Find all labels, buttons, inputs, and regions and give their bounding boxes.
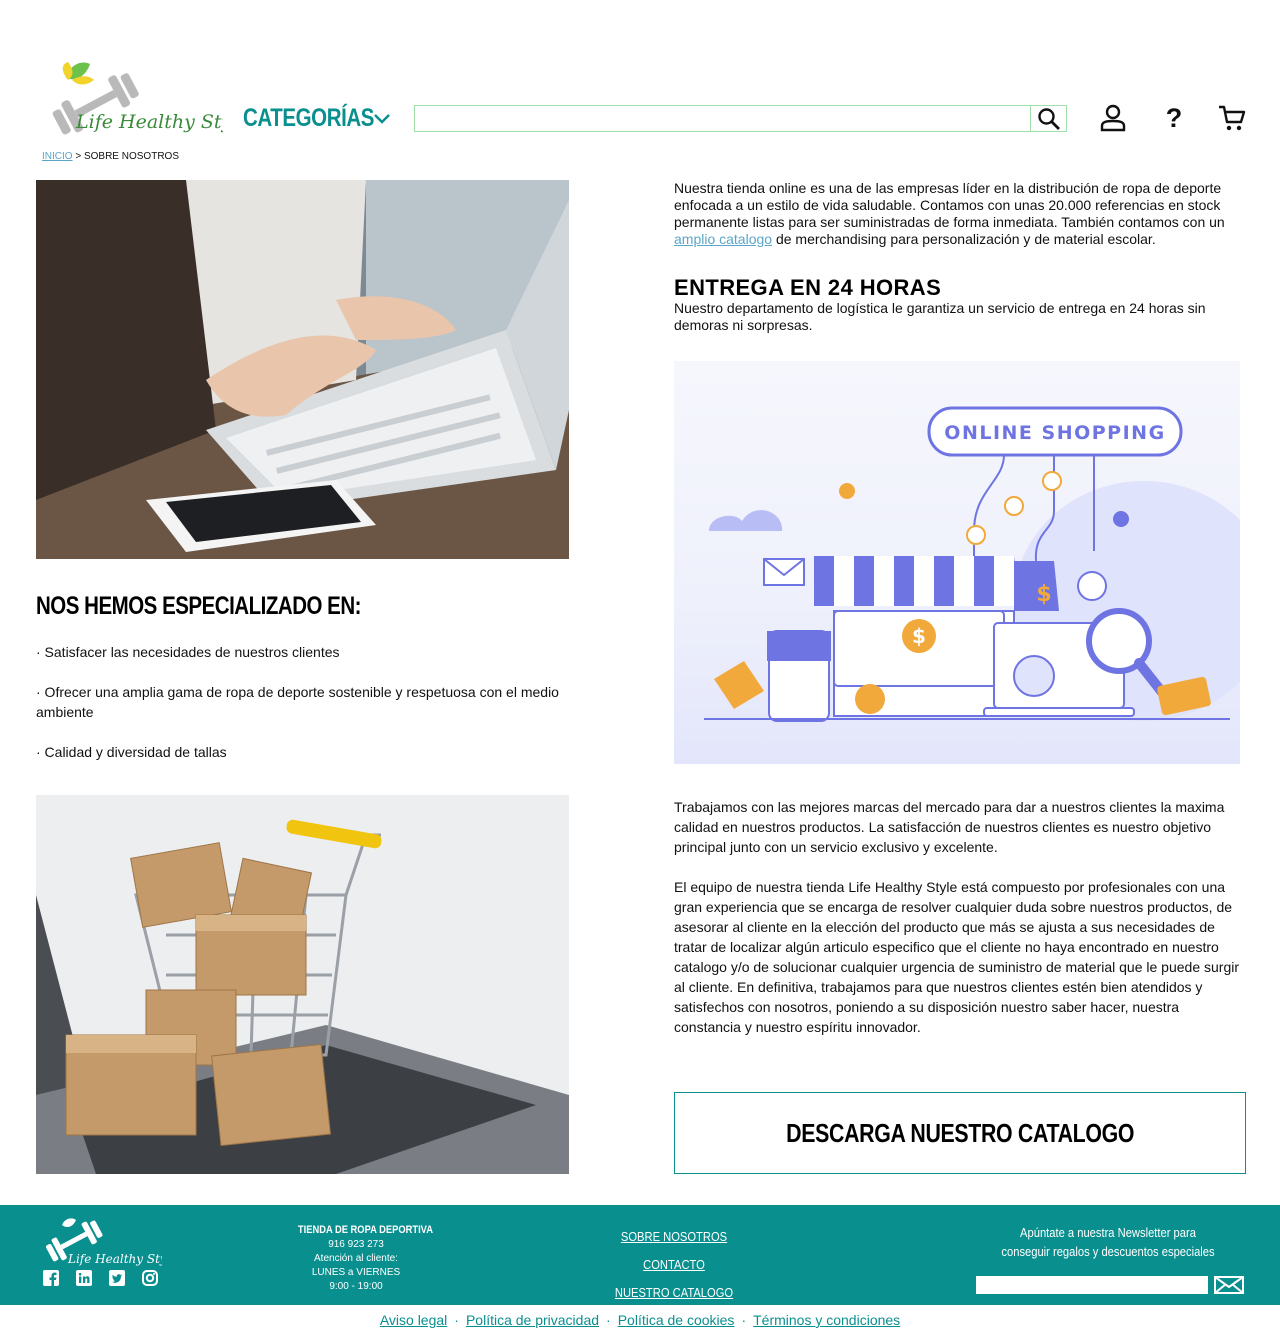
footer: Life Healthy Style TIENDA DE ROPA DEPORT…: [0, 1205, 1280, 1305]
specialized-title: NOS HEMOS ESPECIALIZADO EN:: [36, 592, 362, 620]
envelope-icon: [1214, 1276, 1244, 1294]
chevron-down-icon: [373, 113, 390, 124]
download-catalog-button[interactable]: DESCARGA NUESTRO CATALOGO: [674, 1092, 1246, 1174]
account-button[interactable]: [1099, 103, 1127, 133]
svg-text:$: $: [912, 624, 926, 648]
team-paragraph: El equipo de nuestra tienda Life Healthy…: [674, 879, 1239, 1035]
legal-separator: ·: [741, 1312, 747, 1328]
search-bar: [414, 105, 1067, 132]
cart-icon: [1219, 105, 1246, 131]
footer-link-about[interactable]: SOBRE NOSOTROS: [610, 1223, 737, 1251]
store-attention-label: Atención al cliente:: [314, 1253, 398, 1264]
footer-link-contact[interactable]: CONTACTO: [610, 1251, 737, 1279]
search-button[interactable]: [1030, 106, 1066, 131]
categories-label: CATEGORÍAS: [243, 104, 375, 132]
twitter-link[interactable]: [108, 1269, 126, 1287]
newsletter-form: [976, 1275, 1244, 1295]
specialized-list: · Satisfacer las necesidades de nuestros…: [36, 642, 596, 782]
help-button[interactable]: ?: [1160, 103, 1188, 133]
store-phone: 916 923 273: [328, 1239, 384, 1250]
footer-logo-wordmark: Life Healthy Style: [67, 1252, 162, 1266]
intro-text-end: de merchandising para personalización y …: [772, 231, 1156, 247]
newsletter-text: Apúntate a nuestra Newsletter para conse…: [980, 1223, 1236, 1261]
footer-links: SOBRE NOSOTROS CONTACTO NUESTRO CATALOGO: [600, 1223, 748, 1307]
newsletter-submit-button[interactable]: [1214, 1275, 1244, 1295]
categories-menu[interactable]: CATEGORÍAS: [243, 104, 391, 133]
facebook-link[interactable]: [42, 1269, 60, 1287]
intro-text: Nuestra tienda online es una de las empr…: [674, 180, 1246, 248]
linkedin-icon: [76, 1270, 92, 1286]
search-icon: [1037, 107, 1060, 130]
search-input[interactable]: [415, 106, 1030, 131]
laptop-typing-photo: [36, 180, 569, 559]
legal-separator: ·: [606, 1312, 611, 1328]
store-info: TIENDA DE ROPA DEPORTIVA 916 923 273 Ate…: [286, 1223, 433, 1294]
store-info-title: TIENDA DE ROPA DEPORTIVA: [297, 1224, 433, 1236]
legal-separator: ·: [454, 1312, 459, 1328]
help-icon: ?: [1165, 102, 1183, 133]
footer-link-catalog[interactable]: NUESTRO CATALOGO: [610, 1279, 737, 1307]
linkedin-link[interactable]: [75, 1269, 93, 1287]
newsletter-email-input[interactable]: [976, 1276, 1208, 1294]
logo-wordmark: Life Healthy Style: [75, 111, 223, 133]
newsletter-label: Apúntate a nuestra Newsletter para conse…: [1001, 1225, 1215, 1259]
site-logo[interactable]: Life Healthy Style: [38, 58, 250, 138]
twitter-icon: [109, 1270, 125, 1286]
social-links: [42, 1269, 159, 1287]
breadcrumb-current: SOBRE NOSOTROS: [83, 151, 179, 162]
cart-button[interactable]: [1218, 103, 1246, 133]
intro-text-start: Nuestra tienda online es una de las empr…: [674, 180, 1225, 230]
breadcrumb-home-link[interactable]: INICIO: [42, 151, 73, 162]
svg-text:$: $: [1036, 582, 1051, 607]
breadcrumb: INICIO > SOBRE NOSOTROS: [42, 151, 179, 162]
list-item: · Satisfacer las necesidades de nuestros…: [36, 644, 340, 660]
breadcrumb-separator: >: [75, 151, 82, 162]
legal-link-terms[interactable]: Términos y condiciones: [753, 1312, 900, 1328]
illustration-banner-text: ONLINE SHOPPING: [944, 422, 1165, 444]
user-icon: [1100, 104, 1126, 132]
facebook-icon: [43, 1270, 59, 1286]
instagram-icon: [142, 1270, 158, 1286]
delivery-title: ENTREGA EN 24 HORAS: [674, 275, 942, 300]
footer-logo[interactable]: Life Healthy Style: [40, 1217, 178, 1267]
legal-links: Aviso legal · Política de privacidad · Polít…: [0, 1312, 1280, 1328]
catalog-link[interactable]: amplio catalogo: [674, 231, 772, 247]
download-catalog-label: DESCARGA NUESTRO CATALOGO: [786, 1117, 1134, 1148]
brands-paragraph: Trabajamos con las mejores marcas del me…: [674, 799, 1225, 855]
store-days: LUNES a VIERNES: [311, 1267, 401, 1278]
delivery-text: Nuestro departamento de logística le gar…: [674, 300, 1206, 333]
shopping-cart-boxes-photo: [36, 795, 569, 1174]
online-shopping-illustration: ONLINE SHOPPING $ $: [674, 361, 1240, 764]
list-item: · Ofrecer una amplia gama de ropa de dep…: [36, 684, 559, 720]
instagram-link[interactable]: [141, 1269, 159, 1287]
legal-link-cookies[interactable]: Política de cookies: [618, 1312, 735, 1328]
list-item: · Calidad y diversidad de tallas: [36, 744, 227, 760]
store-hours: 9:00 - 19:00: [329, 1281, 383, 1292]
legal-link-notice[interactable]: Aviso legal: [380, 1312, 447, 1328]
legal-link-privacy[interactable]: Política de privacidad: [466, 1312, 599, 1328]
